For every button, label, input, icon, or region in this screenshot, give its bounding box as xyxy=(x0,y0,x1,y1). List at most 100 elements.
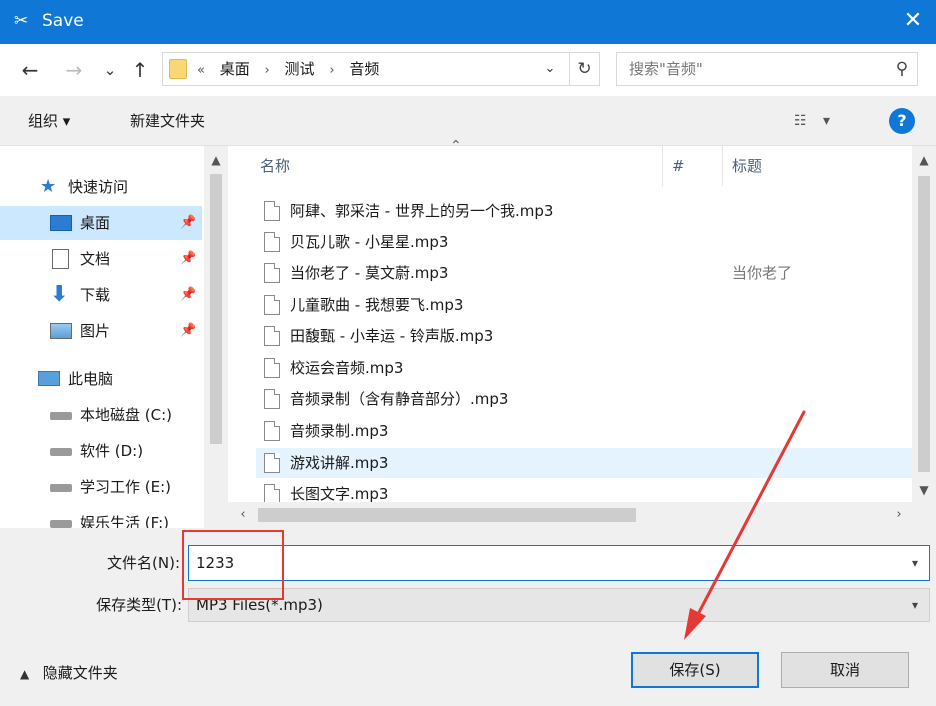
sidebar-item-quick-access[interactable]: ★ 快速访问 xyxy=(0,170,202,204)
sidebar-item-desktop[interactable]: 桌面 📌 xyxy=(0,206,202,240)
file-name: 音频录制.mp3 xyxy=(290,422,389,440)
recent-locations-icon[interactable]: ⌄ xyxy=(96,56,124,84)
save-button[interactable]: 保存(S) xyxy=(631,652,759,688)
file-list-vertical-scrollbar[interactable]: ▲ ▼ xyxy=(912,146,936,502)
file-icon xyxy=(264,295,280,315)
file-icon xyxy=(264,326,280,346)
column-header-title[interactable]: 标题 xyxy=(732,146,762,186)
scroll-down-icon[interactable]: ▼ xyxy=(912,478,936,502)
file-row[interactable]: 当你老了 - 莫文蔚.mp3 当你老了 xyxy=(256,258,912,288)
sort-ascending-icon: ⌃ xyxy=(450,138,462,154)
sidebar-item-downloads[interactable]: ⬇ 下载 📌 xyxy=(0,278,202,312)
up-arrow-icon[interactable]: ↑ xyxy=(126,56,154,84)
sidebar-item-label: 快速访问 xyxy=(68,178,129,196)
refresh-icon[interactable]: ↻ xyxy=(569,53,599,85)
file-row[interactable]: 贝瓦儿歌 - 小星星.mp3 xyxy=(256,227,912,257)
organize-menu-button[interactable]: 组织 ▾ xyxy=(28,109,70,133)
drive-icon xyxy=(50,520,72,528)
cancel-button[interactable]: 取消 xyxy=(781,652,909,688)
pin-icon[interactable]: 📌 xyxy=(180,278,196,312)
chevron-down-icon[interactable]: ▾ xyxy=(901,546,929,580)
new-folder-button[interactable]: 新建文件夹 xyxy=(130,109,205,133)
help-icon[interactable]: ? xyxy=(889,108,915,134)
file-icon xyxy=(264,232,280,252)
forward-arrow-icon[interactable]: → xyxy=(60,56,88,84)
scissors-icon: ✂ xyxy=(14,11,29,31)
breadcrumb-item-audio[interactable]: 音频 xyxy=(349,60,379,78)
navigation-pane: ★ 快速访问 桌面 📌 文档 📌 ⬇ 下载 📌 图片 📌 此电脑 本地磁盘 (C… xyxy=(0,146,228,528)
close-button[interactable]: ✕ xyxy=(890,0,936,44)
sidebar-item-label: 图片 xyxy=(80,322,111,340)
file-name: 当你老了 - 莫文蔚.mp3 xyxy=(290,264,449,282)
search-box[interactable]: ⚲ xyxy=(616,52,918,86)
scrollbar-thumb[interactable] xyxy=(210,174,222,444)
file-row[interactable]: 儿童歌曲 - 我想要飞.mp3 xyxy=(256,290,912,320)
file-row[interactable]: 校运会音频.mp3 xyxy=(256,353,912,383)
navigation-pane-scrollbar[interactable]: ▲ xyxy=(204,146,228,528)
pin-icon[interactable]: 📌 xyxy=(180,314,196,348)
sidebar-item-drive-c[interactable]: 本地磁盘 (C:) xyxy=(0,398,202,432)
chevron-up-icon: ▲ xyxy=(20,667,30,681)
scrollbar-thumb[interactable] xyxy=(258,508,636,522)
chevron-right-icon: › xyxy=(264,63,270,78)
scroll-up-icon[interactable]: ▲ xyxy=(912,148,936,172)
column-header-name[interactable]: 名称 xyxy=(260,146,290,186)
sidebar-item-drive-f[interactable]: 娱乐生活 (F:) xyxy=(0,506,202,528)
pin-icon[interactable]: 📌 xyxy=(180,206,196,240)
file-icon xyxy=(264,453,280,473)
filename-combobox[interactable]: ▾ xyxy=(188,545,930,581)
search-icon[interactable]: ⚲ xyxy=(887,53,917,85)
scrollbar-corner xyxy=(912,502,936,528)
sidebar-item-pictures[interactable]: 图片 📌 xyxy=(0,314,202,348)
breadcrumb-item-test[interactable]: 测试 xyxy=(285,60,315,78)
file-row[interactable]: 阿肆、郭采洁 - 世界上的另一个我.mp3 xyxy=(256,196,912,226)
file-row[interactable]: 音频录制（含有静音部分）.mp3 xyxy=(256,384,912,414)
drive-icon xyxy=(50,448,72,456)
file-row[interactable]: 游戏讲解.mp3 xyxy=(256,448,912,478)
file-row[interactable]: 田馥甄 - 小幸运 - 铃声版.mp3 xyxy=(256,321,912,351)
pictures-icon xyxy=(50,323,72,339)
file-name: 游戏讲解.mp3 xyxy=(290,454,389,472)
chevron-down-icon[interactable]: ⌄ xyxy=(537,53,563,85)
filename-input[interactable] xyxy=(189,546,899,580)
sidebar-item-label: 软件 (D:) xyxy=(80,442,144,460)
address-bar[interactable]: « 桌面 › 测试 › 音频 ⌄ ↻ xyxy=(162,52,600,86)
filetype-value: MP3 Files(*.mp3) xyxy=(196,596,323,614)
sidebar-item-drive-e[interactable]: 学习工作 (E:) xyxy=(0,470,202,504)
filetype-select[interactable]: MP3 Files(*.mp3) ▾ xyxy=(188,588,930,622)
sidebar-item-label: 文档 xyxy=(80,250,111,268)
scroll-up-icon[interactable]: ▲ xyxy=(204,148,228,172)
scrollbar-thumb[interactable] xyxy=(918,176,930,472)
sidebar-item-this-pc[interactable]: 此电脑 xyxy=(0,362,202,396)
file-row[interactable]: 音频录制.mp3 xyxy=(256,416,912,446)
search-input[interactable] xyxy=(617,53,885,85)
file-icon xyxy=(264,421,280,441)
pin-icon[interactable]: 📌 xyxy=(180,242,196,276)
scroll-left-icon[interactable]: ‹ xyxy=(230,502,256,528)
sidebar-item-label: 此电脑 xyxy=(68,370,114,388)
hide-folders-toggle[interactable]: ▲ 隐藏文件夹 xyxy=(20,660,118,686)
file-title: 当你老了 xyxy=(732,264,793,282)
back-arrow-icon[interactable]: ← xyxy=(16,56,44,84)
column-divider[interactable] xyxy=(722,146,723,186)
document-icon xyxy=(52,249,69,269)
window-title: Save xyxy=(42,11,84,31)
chevron-right-icon: › xyxy=(329,63,335,78)
sidebar-item-label: 本地磁盘 (C:) xyxy=(80,406,172,424)
file-list-horizontal-scrollbar[interactable]: ‹ › xyxy=(228,502,912,528)
sidebar-item-label: 娱乐生活 (F:) xyxy=(80,514,169,528)
breadcrumb-overflow[interactable]: « xyxy=(197,63,205,78)
sidebar-item-drive-d[interactable]: 软件 (D:) xyxy=(0,434,202,468)
column-header-number[interactable]: # xyxy=(672,146,685,186)
file-name: 阿肆、郭采洁 - 世界上的另一个我.mp3 xyxy=(290,202,554,220)
scroll-right-icon[interactable]: › xyxy=(886,502,912,528)
breadcrumb-item-desktop[interactable]: 桌面 xyxy=(220,60,250,78)
sidebar-item-documents[interactable]: 文档 📌 xyxy=(0,242,202,276)
view-options-icon[interactable]: ☷ ▾ xyxy=(794,109,850,133)
desktop-icon xyxy=(50,215,72,231)
column-divider[interactable] xyxy=(662,146,663,186)
computer-icon xyxy=(38,371,60,386)
chevron-down-icon[interactable]: ▾ xyxy=(901,589,929,621)
command-toolbar: 组织 ▾ 新建文件夹 ☷ ▾ ? xyxy=(0,96,936,146)
star-icon: ★ xyxy=(40,176,57,197)
